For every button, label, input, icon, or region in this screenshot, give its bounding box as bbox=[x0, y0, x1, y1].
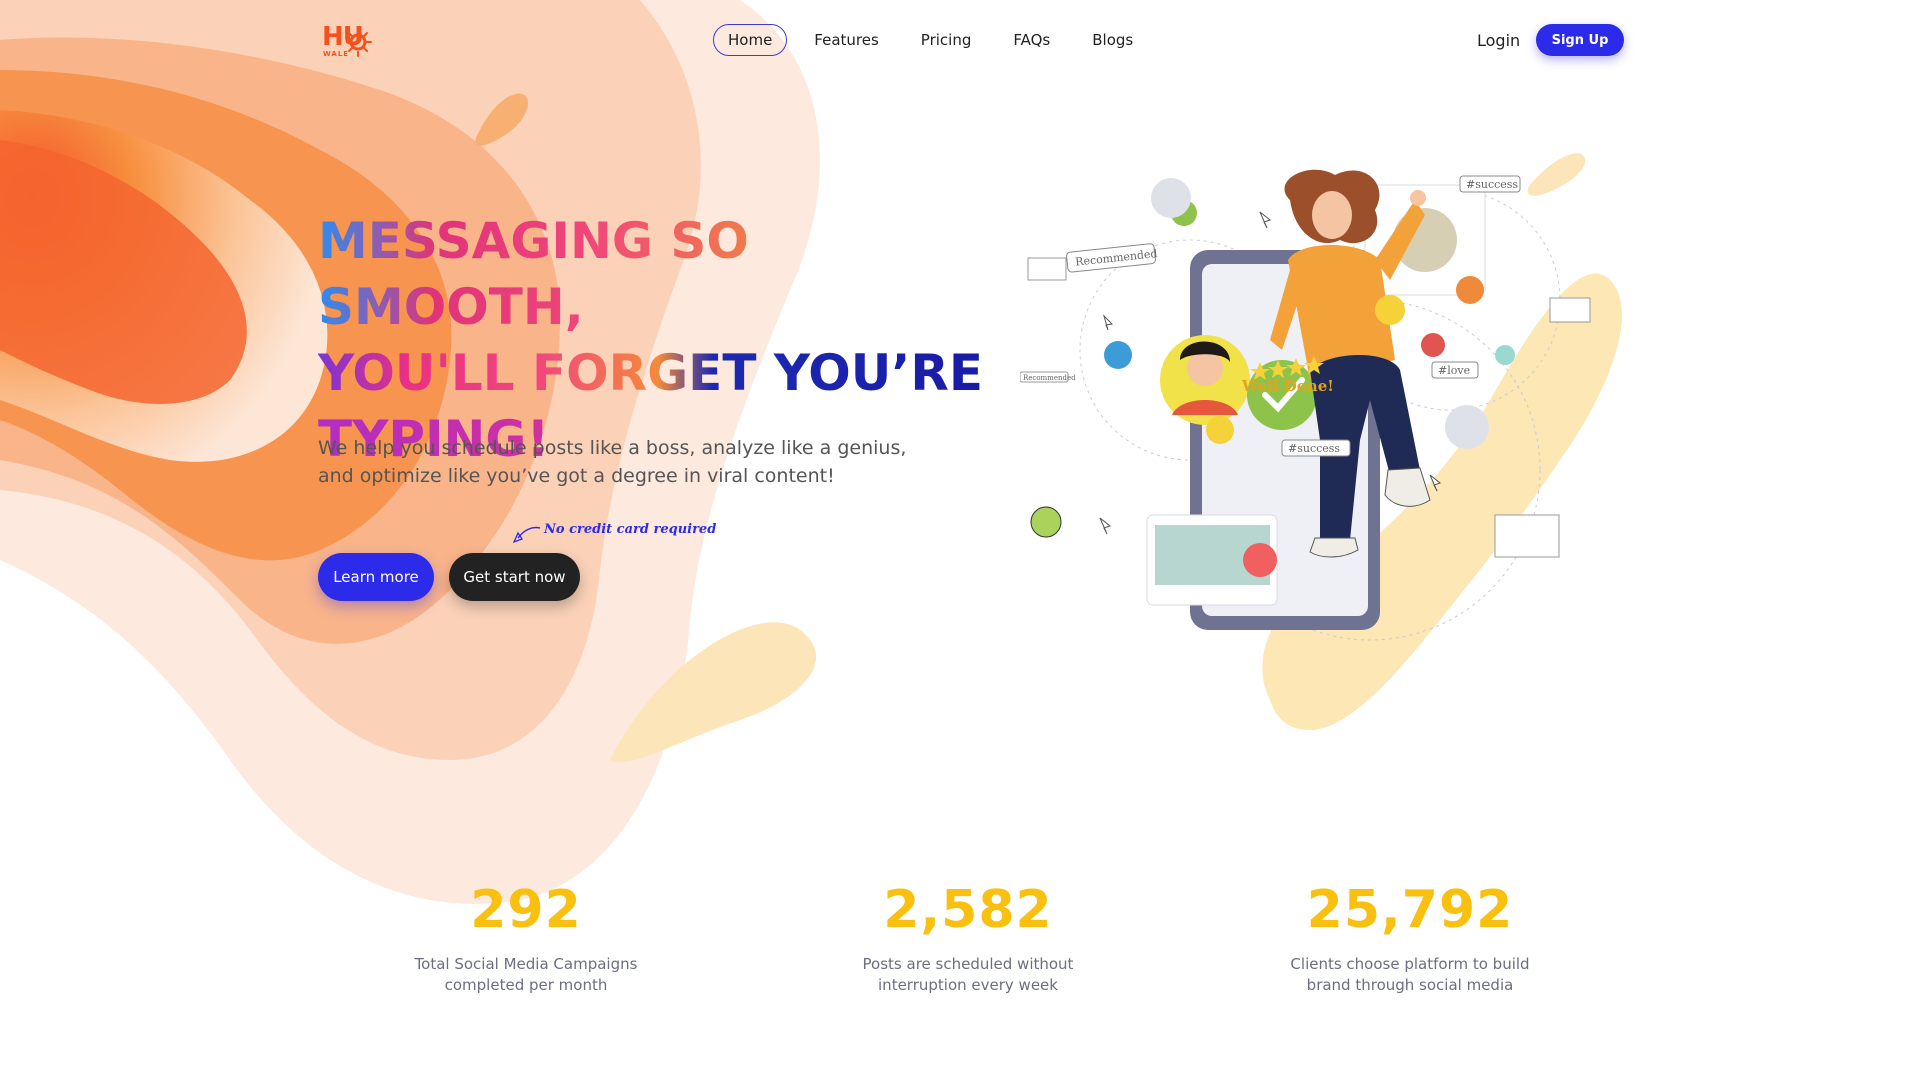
stat-desc-line-1: Posts are scheduled without bbox=[862, 955, 1074, 973]
site-header: HU WALE Home Features Pricing FAQs Blogs… bbox=[0, 0, 1920, 82]
cursor-icon bbox=[1102, 314, 1114, 331]
stat-description: Total Social Media Campaigns completed p… bbox=[366, 954, 686, 996]
cursor-icon bbox=[1099, 517, 1112, 535]
video-icon bbox=[1243, 543, 1277, 577]
stat-description: Posts are scheduled without interruption… bbox=[808, 954, 1128, 996]
hero-title-line-1: MESSAGING SO SMOOTH, bbox=[318, 208, 998, 340]
hero-subtitle-line-1: We help you schedule posts like a boss, … bbox=[318, 437, 907, 459]
nav-pricing[interactable]: Pricing bbox=[906, 24, 987, 56]
nav-home[interactable]: Home bbox=[713, 24, 788, 56]
learn-more-button[interactable]: Learn more bbox=[318, 553, 434, 601]
main-nav: Home Features Pricing FAQs Blogs bbox=[713, 24, 1148, 56]
sun-icon bbox=[346, 27, 372, 57]
stat-desc-line-2: brand through social media bbox=[1306, 976, 1514, 994]
brand-logo[interactable]: HU WALE bbox=[320, 18, 380, 62]
grey-avatar-icon bbox=[1445, 405, 1489, 449]
nav-faqs[interactable]: FAQs bbox=[998, 24, 1065, 56]
hero-subtitle: We help you schedule posts like a boss, … bbox=[318, 434, 918, 490]
nav-features[interactable]: Features bbox=[799, 24, 894, 56]
get-start-button[interactable]: Get start now bbox=[449, 553, 580, 601]
tag-love: #love bbox=[1438, 364, 1470, 377]
heart-icon bbox=[1421, 333, 1445, 357]
login-link[interactable]: Login bbox=[1477, 31, 1520, 50]
curved-arrow-icon bbox=[512, 526, 541, 544]
tag-recommended-small: Recommended bbox=[1023, 374, 1076, 382]
stat-description: Clients choose platform to build brand t… bbox=[1250, 954, 1570, 996]
stat-posts: 2,582 Posts are scheduled without interr… bbox=[808, 880, 1128, 996]
no-credit-card-note: No credit card required bbox=[544, 522, 717, 537]
laugh-emoji-icon bbox=[1206, 416, 1234, 444]
nav-blogs[interactable]: Blogs bbox=[1077, 24, 1148, 56]
stat-value: 292 bbox=[470, 880, 582, 940]
stat-campaigns: 292 Total Social Media Campaigns complet… bbox=[366, 880, 686, 996]
stat-desc-line-1: Clients choose platform to build bbox=[1290, 955, 1530, 973]
hero-title: MESSAGING SO SMOOTH, YOU'LL FORGET YOU’R… bbox=[318, 208, 998, 472]
tag-success-bottom: #success bbox=[1288, 442, 1340, 455]
shopping-bag-icon bbox=[1456, 276, 1484, 304]
stat-desc-line-2: completed per month bbox=[444, 976, 608, 994]
hero-subtitle-line-2: and optimize like you’ve got a degree in… bbox=[318, 465, 835, 487]
hero-title-line-2: YOU'LL FORGET YOU’RE bbox=[318, 340, 998, 406]
signup-button[interactable]: Sign Up bbox=[1536, 24, 1624, 56]
stat-desc-line-1: Total Social Media Campaigns bbox=[414, 955, 638, 973]
smile-emoji-icon bbox=[1375, 295, 1405, 325]
stat-value: 25,792 bbox=[1306, 880, 1514, 940]
emoji-icon bbox=[1495, 345, 1515, 365]
stat-desc-line-2: interruption every week bbox=[878, 976, 1058, 994]
stat-value: 2,582 bbox=[883, 880, 1053, 940]
stat-clients: 25,792 Clients choose platform to build … bbox=[1250, 880, 1570, 996]
thumbs-up-icon bbox=[1104, 341, 1132, 369]
tag-success-top: #success bbox=[1466, 178, 1518, 191]
tag-well-done: Well Done! bbox=[1241, 377, 1334, 395]
grey-avatar-icon bbox=[1151, 178, 1191, 218]
placeholder-card bbox=[1027, 257, 1067, 281]
hero-illustration: Recommended #success #love Well Done! #s… bbox=[1020, 169, 1622, 730]
dollar-coin-icon bbox=[1030, 506, 1062, 538]
placeholder-card bbox=[1549, 297, 1591, 323]
cursor-icon bbox=[1259, 211, 1272, 229]
placeholder-card bbox=[1494, 514, 1560, 558]
